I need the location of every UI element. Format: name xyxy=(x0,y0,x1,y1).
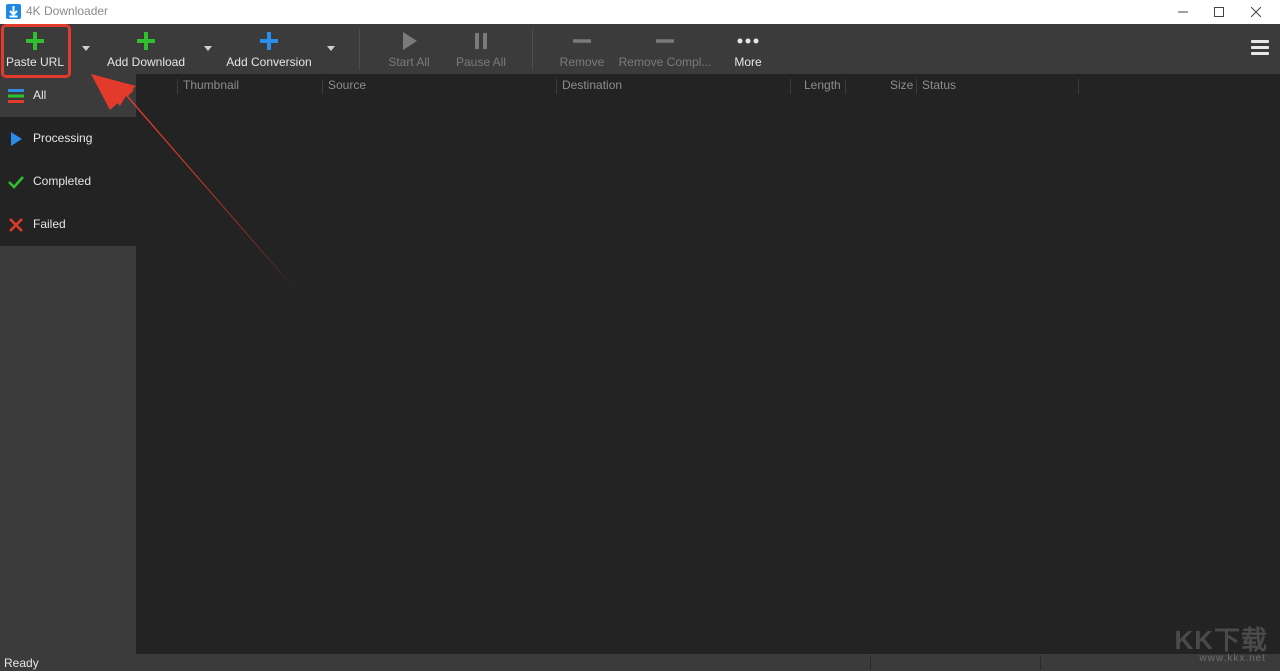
watermark: KK下载 www.kkx.net xyxy=(1158,620,1268,664)
pointer-arrow xyxy=(91,74,300,295)
watermark-logo-text: KK下载 xyxy=(1174,625,1268,655)
status-divider xyxy=(870,655,871,670)
watermark-url: www.kkx.net xyxy=(1199,653,1266,664)
status-divider xyxy=(1040,655,1041,670)
status-bar: Ready xyxy=(0,654,1280,671)
status-text: Ready xyxy=(4,656,39,670)
